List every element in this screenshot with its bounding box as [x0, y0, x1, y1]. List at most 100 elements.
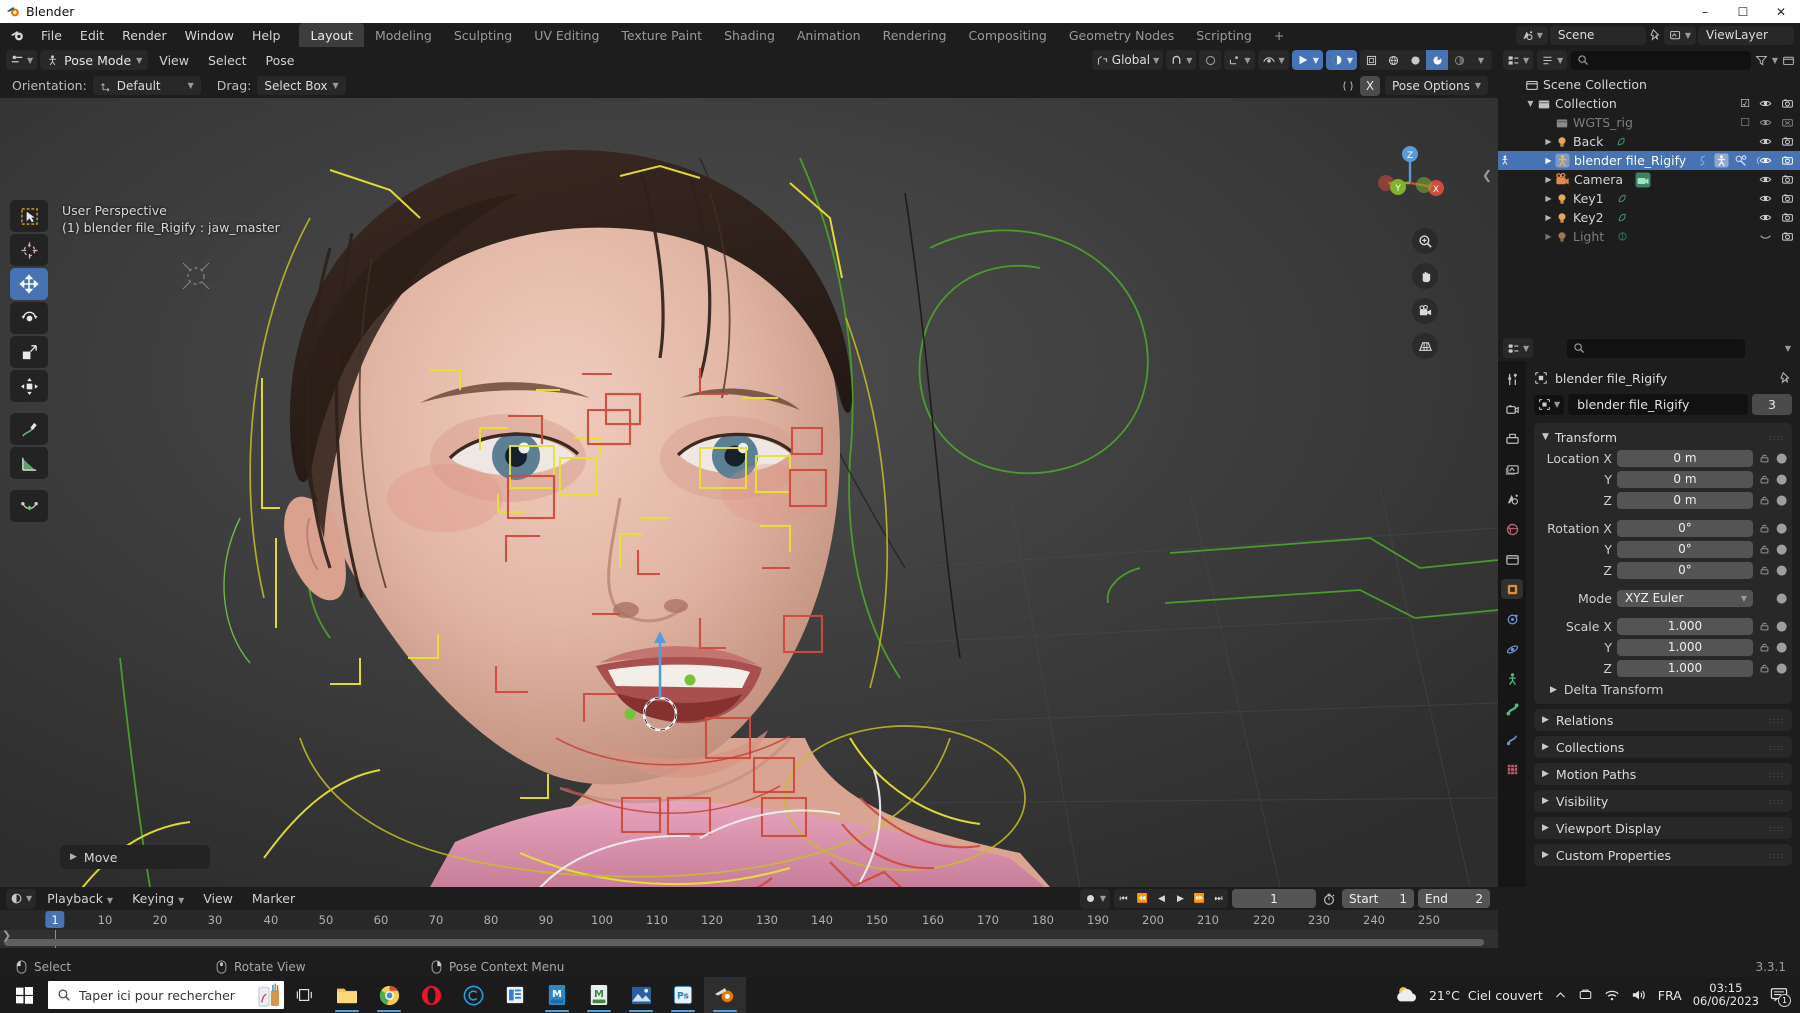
lock-icon[interactable]: [1758, 474, 1771, 485]
workspace-tab-geometry-nodes[interactable]: Geometry Nodes: [1058, 23, 1185, 47]
chrome-icon[interactable]: [368, 977, 410, 1013]
workspace-tab-texture-paint[interactable]: Texture Paint: [610, 23, 713, 47]
rotate-tool[interactable]: [10, 302, 48, 334]
viewport-menu-view[interactable]: View: [151, 51, 197, 70]
workspace-tab-uv-editing[interactable]: UV Editing: [523, 23, 610, 47]
snap-magnet-button[interactable]: ▼: [1166, 50, 1196, 70]
rotation-mode-dropdown[interactable]: XYZ Euler ▼: [1617, 590, 1753, 607]
m-green-icon[interactable]: M: [578, 977, 620, 1013]
m-blue-icon[interactable]: M: [536, 977, 578, 1013]
eye-open-icon[interactable]: [1759, 192, 1772, 205]
jump-to-start-button[interactable]: ⏮: [1114, 889, 1133, 908]
timeline-menu-marker[interactable]: Marker: [244, 889, 303, 908]
workspace-tab-shading[interactable]: Shading: [713, 23, 786, 47]
workspace-tab-add[interactable]: +: [1263, 23, 1295, 47]
animate-dot-icon[interactable]: ●: [1776, 451, 1786, 466]
outliner-row-blender-file-rigify[interactable]: ▶ blender file_Rigify: [1498, 151, 1800, 170]
lock-icon[interactable]: [1758, 565, 1771, 576]
lock-icon[interactable]: [1758, 642, 1771, 653]
app-blue-icon[interactable]: [494, 977, 536, 1013]
expander-icon[interactable]: ▶: [1542, 137, 1555, 146]
scale-x-field[interactable]: 1.000: [1617, 618, 1753, 635]
workspace-tab-modeling[interactable]: Modeling: [364, 23, 443, 47]
wifi-icon[interactable]: [1604, 988, 1620, 1002]
animate-dot-icon[interactable]: ●: [1776, 640, 1786, 655]
sidebar-collapse-arrow-icon[interactable]: ❮: [1482, 168, 1492, 182]
lock-icon[interactable]: [1758, 523, 1771, 534]
operator-redo-panel[interactable]: ▶ Move: [60, 845, 210, 869]
tweak-select-box-tool[interactable]: [10, 200, 48, 232]
delta-transform-subpanel-header[interactable]: ▶ Delta Transform: [1534, 679, 1792, 698]
light-data-icon[interactable]: [1615, 135, 1628, 148]
breakdowner-tool[interactable]: [10, 490, 48, 522]
outliner-filter-icon[interactable]: [1755, 54, 1768, 67]
shading-wireframe-button[interactable]: [1360, 50, 1382, 70]
viewport-display-panel[interactable]: ▶ Viewport Display ::::: [1534, 817, 1792, 839]
modifier-wrench-icon[interactable]: [1734, 154, 1748, 168]
workspace-tab-compositing[interactable]: Compositing: [957, 23, 1057, 47]
animation-data-icon[interactable]: [1696, 154, 1709, 167]
outliner-row-back[interactable]: ▶ Back: [1498, 132, 1800, 151]
object-data-tab[interactable]: [1501, 699, 1523, 719]
photos-icon[interactable]: [620, 977, 662, 1013]
camera-on-icon[interactable]: [1781, 154, 1794, 167]
cursor-tool[interactable]: [10, 234, 48, 266]
expander-icon[interactable]: ▼: [1524, 99, 1537, 108]
play-reverse-button[interactable]: ◀: [1152, 889, 1171, 908]
camera-view-icon[interactable]: [1412, 298, 1438, 324]
opera-icon[interactable]: [410, 977, 452, 1013]
menu-render[interactable]: Render: [113, 26, 176, 45]
camera-on-icon[interactable]: [1781, 135, 1794, 148]
scale-tool[interactable]: [10, 336, 48, 368]
checkbox-icon[interactable]: ☑: [1740, 97, 1750, 110]
interaction-mode-selector[interactable]: Pose Mode ▼: [40, 50, 148, 70]
current-frame-indicator[interactable]: 1: [45, 911, 64, 928]
previous-keyframe-button[interactable]: ⏪: [1133, 889, 1152, 908]
viewlayer-browse-button[interactable]: ▼: [1664, 26, 1696, 45]
outliner-display-mode-button[interactable]: ▼: [1537, 50, 1567, 70]
custom-properties-panel[interactable]: ▶ Custom Properties ::::: [1534, 844, 1792, 866]
shading-solid-button[interactable]: [1382, 50, 1404, 70]
drag-dropdown[interactable]: Select Box ▼: [257, 76, 345, 95]
armature-data-icon[interactable]: [1714, 153, 1729, 168]
viewlayer-name-field[interactable]: ViewLayer: [1698, 26, 1794, 45]
pan-hand-icon[interactable]: [1412, 263, 1438, 289]
onedrive-icon[interactable]: [1578, 988, 1593, 1002]
timeline-horizontal-scrollbar[interactable]: [4, 939, 1484, 946]
outliner-editor-type-button[interactable]: ▼: [1503, 50, 1533, 70]
timeline-menu-playback[interactable]: Playback ▼: [39, 889, 121, 908]
outliner-row-key1[interactable]: ▶ Key1: [1498, 189, 1800, 208]
scale-y-field[interactable]: 1.000: [1617, 639, 1753, 656]
lock-icon[interactable]: [1758, 663, 1771, 674]
measure-tool[interactable]: [10, 447, 48, 479]
expander-icon[interactable]: ▶: [1542, 175, 1555, 184]
menu-window[interactable]: Window: [176, 26, 243, 45]
expander-icon[interactable]: ▶: [1542, 194, 1555, 203]
viewport-overlays-button[interactable]: ▼: [1292, 50, 1323, 70]
texture-tab[interactable]: [1501, 759, 1523, 779]
close-button[interactable]: ✕: [1762, 0, 1800, 23]
relations-panel[interactable]: ▶ Relations ::::: [1534, 709, 1792, 731]
menu-file[interactable]: File: [32, 26, 71, 45]
file-explorer-icon[interactable]: [326, 977, 368, 1013]
proportional-editing-button[interactable]: [1199, 50, 1221, 70]
animate-dot-icon[interactable]: ●: [1776, 563, 1786, 578]
pin-properties-icon[interactable]: [1778, 371, 1792, 385]
camera-off-icon[interactable]: [1781, 116, 1794, 129]
rotation-z-field[interactable]: 0°: [1617, 562, 1753, 579]
camera-data-icon[interactable]: [1635, 172, 1651, 188]
pose-x-mirror-button[interactable]: X: [1360, 76, 1380, 96]
lock-icon[interactable]: [1758, 621, 1771, 632]
minimize-button[interactable]: –: [1686, 0, 1724, 23]
move-tool[interactable]: [10, 268, 48, 300]
task-view-button[interactable]: [284, 977, 326, 1013]
render-tab[interactable]: [1501, 399, 1523, 419]
tool-tab[interactable]: [1501, 369, 1523, 389]
timeline-menu-view[interactable]: View: [195, 889, 241, 908]
world-tab[interactable]: [1501, 519, 1523, 539]
timeline-editor-type-button[interactable]: ▼: [6, 889, 36, 909]
camera-on-icon[interactable]: [1781, 192, 1794, 205]
start-button[interactable]: [0, 977, 48, 1013]
workspace-tab-scripting[interactable]: Scripting: [1185, 23, 1263, 47]
workspace-tab-layout[interactable]: Layout: [299, 23, 364, 47]
